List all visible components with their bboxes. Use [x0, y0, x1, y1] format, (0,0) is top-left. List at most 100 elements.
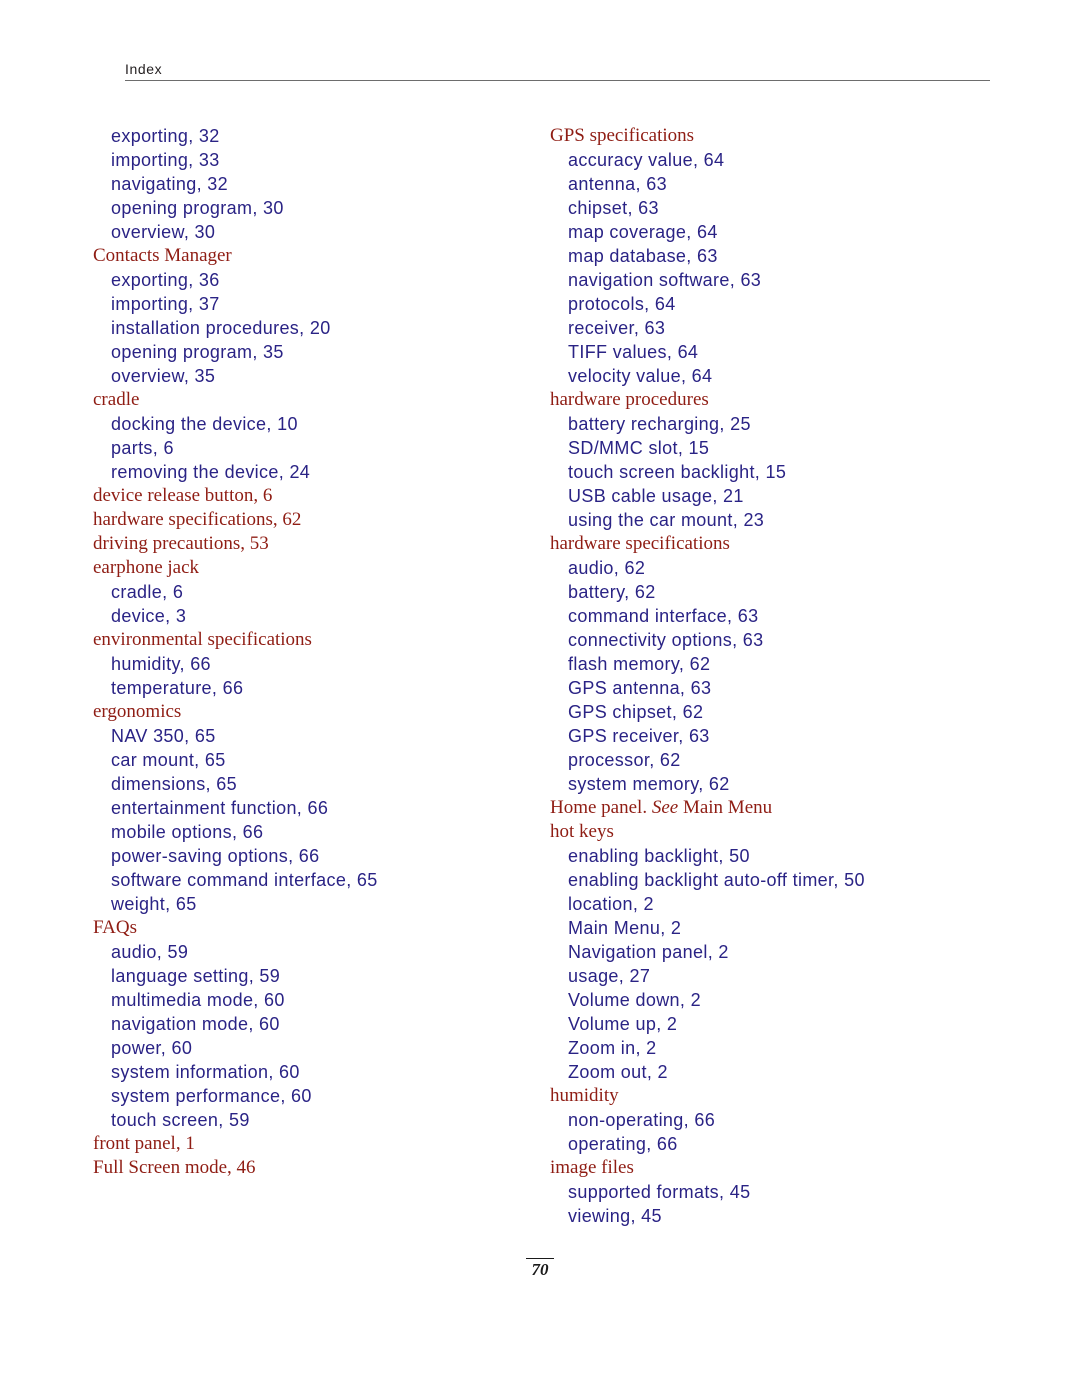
index-entry-sub: cradle, 6	[111, 582, 184, 602]
index-entry-sub: usage, 27	[568, 966, 651, 986]
index-entry-sub: velocity value, 64	[568, 366, 713, 386]
index-entry-sub: accuracy value, 64	[568, 150, 725, 170]
index-entry-sub: Navigation panel, 2	[568, 942, 729, 962]
index-entry-sub: GPS chipset, 62	[568, 702, 704, 722]
index-entry-sub: installation procedures, 20	[111, 318, 331, 338]
index-entry-sub: temperature, 66	[111, 678, 244, 698]
index-entry-sub: chipset, 63	[568, 198, 659, 218]
index-entry-sub: USB cable usage, 21	[568, 486, 744, 506]
index-entry-sub: GPS receiver, 63	[568, 726, 710, 746]
index-entry-sub: language setting, 59	[111, 966, 281, 986]
index-entry-sub: Main Menu, 2	[568, 918, 682, 938]
page-number: 70	[531, 1260, 549, 1279]
index-entry-sub: touch screen backlight, 15	[568, 462, 787, 482]
index-entry-sub: exporting, 36	[111, 270, 220, 290]
index-column-right: GPS specifications accuracy value, 64 ante…	[550, 124, 1010, 1228]
index-entry-main: hardware specifications, 62	[93, 509, 302, 530]
index-entry-sub: overview, 30	[111, 222, 216, 242]
index-entry-sub: system memory, 62	[568, 774, 730, 794]
index-entry-sub: Zoom out, 2	[568, 1062, 668, 1082]
index-entry-sub: Volume down, 2	[568, 990, 701, 1010]
index-entry-main: GPS specifications	[550, 125, 695, 146]
index-entry-sub: connectivity options, 63	[568, 630, 764, 650]
index-entry-sub: map database, 63	[568, 246, 718, 266]
index-entry-main: driving precautions, 53	[93, 533, 269, 554]
index-entry-sub: battery, 62	[568, 582, 656, 602]
index-entry-sub: weight, 65	[111, 894, 197, 914]
index-entry-sub: command interface, 63	[568, 606, 759, 626]
index-entry-sub: removing the device, 24	[111, 462, 311, 482]
index-entry-sub: humidity, 66	[111, 654, 211, 674]
index-entry-main: device release button, 6	[93, 485, 273, 506]
index-entry-sub: power-saving options, 66	[111, 846, 320, 866]
index-entry-sub: device, 3	[111, 606, 187, 626]
index-entry-sub: overview, 35	[111, 366, 216, 386]
index-entry-main: Contacts Manager	[93, 245, 232, 266]
index-entry-sub: system performance, 60	[111, 1086, 312, 1106]
index-column-left: exporting, 32 importing, 33 navigating, 32…	[93, 124, 533, 1228]
index-entry-sub: using the car mount, 23	[568, 510, 765, 530]
index-entry-sub: car mount, 65	[111, 750, 226, 770]
index-entry-sub: TIFF values, 64	[568, 342, 699, 362]
index-entry-main: humidity	[550, 1085, 619, 1106]
index-entry-sub: importing, 33	[111, 150, 220, 170]
index-entry-main: Full Screen mode, 46	[93, 1157, 256, 1178]
index-entry-main: cradle	[93, 389, 140, 410]
index-entry-sub: battery recharging, 25	[568, 414, 751, 434]
index-entry-sub: enabling backlight auto-off timer, 50	[568, 870, 865, 890]
index-entry-sub: multimedia mode, 60	[111, 990, 285, 1010]
index-entry-sub: docking the device, 10	[111, 414, 298, 434]
index-entry-sub: processor, 62	[568, 750, 681, 770]
index-entry-sub: Zoom in, 2	[568, 1038, 657, 1058]
index-entry-main: ergonomics	[93, 701, 182, 722]
index-entry-sub: navigation mode, 60	[111, 1014, 280, 1034]
index-entry-main: front panel, 1	[93, 1133, 195, 1154]
index-entry-sub: SD/MMC slot, 15	[568, 438, 710, 458]
index-entry-sub: entertainment function, 66	[111, 798, 329, 818]
index-entry-sub: antenna, 63	[568, 174, 667, 194]
folio-divider	[526, 1258, 554, 1259]
index-entry-sub: system information, 60	[111, 1062, 300, 1082]
index-entry-sub: map coverage, 64	[568, 222, 718, 242]
index-entry-main: hardware procedures	[550, 389, 709, 410]
index-entry-sub: operating, 66	[568, 1134, 678, 1154]
index-entry-main: hardware specifications	[550, 533, 730, 554]
index-entry-main: hot keys	[550, 821, 614, 842]
index-entry-main: environmental specifications	[93, 629, 312, 650]
index-entry-sub: opening program, 30	[111, 198, 284, 218]
index-entry-sub: dimensions, 65	[111, 774, 237, 794]
index-body: exporting, 32 importing, 33 navigating, 32…	[0, 124, 1080, 1228]
index-entry-sub: audio, 59	[111, 942, 189, 962]
index-entry-sub: receiver, 63	[568, 318, 666, 338]
index-entry-sub: navigation software, 63	[568, 270, 762, 290]
index-entry-main: earphone jack	[93, 557, 200, 578]
header-divider	[125, 80, 990, 81]
index-entry-main: image files	[550, 1157, 634, 1178]
page-footer: 70	[0, 1258, 1080, 1280]
index-entry-sub: exporting, 32	[111, 126, 220, 146]
index-entry-main: FAQs	[93, 917, 137, 938]
index-entry-sub: location, 2	[568, 894, 654, 914]
index-entry-sub: NAV 350, 65	[111, 726, 216, 746]
index-entry-sub: viewing, 45	[568, 1206, 662, 1226]
index-entry-sub: enabling backlight, 50	[568, 846, 750, 866]
index-entry-sub: supported formats, 45	[568, 1182, 751, 1202]
index-entry-sub: navigating, 32	[111, 174, 228, 194]
index-entry-sub: touch screen, 59	[111, 1110, 250, 1130]
index-entry-sub: software command interface, 65	[111, 870, 378, 890]
index-entry-target: Main Menu	[678, 797, 773, 818]
index-entry-sub: mobile options, 66	[111, 822, 264, 842]
index-entry-sub: GPS antenna, 63	[568, 678, 712, 698]
see-reference: See	[651, 797, 679, 818]
index-entry-sub: non-operating, 66	[568, 1110, 716, 1130]
index-entry-sub: protocols, 64	[568, 294, 676, 314]
index-entry-label: Home panel.	[550, 797, 652, 818]
index-entry-sub: audio, 62	[568, 558, 646, 578]
index-entry-sub: opening program, 35	[111, 342, 284, 362]
page-header: Index	[125, 60, 990, 81]
index-entry-main: Home panel. See Main Menu	[550, 796, 1010, 820]
page-title: Index	[125, 61, 163, 77]
index-entry-sub: importing, 37	[111, 294, 220, 314]
index-entry-sub: Volume up, 2	[568, 1014, 678, 1034]
index-entry-sub: power, 60	[111, 1038, 193, 1058]
